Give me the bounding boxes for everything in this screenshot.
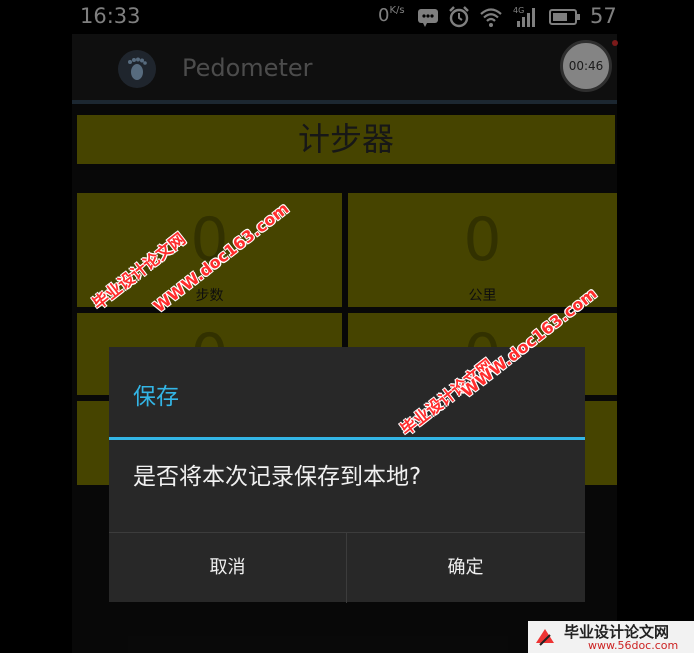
confirm-button[interactable]: 确定 bbox=[347, 533, 584, 603]
save-dialog: 保存 是否将本次记录保存到本地? 取消 确定 bbox=[109, 347, 585, 603]
dialog-title-divider bbox=[109, 437, 585, 440]
logo-icon bbox=[536, 629, 554, 646]
cancel-button[interactable]: 取消 bbox=[109, 533, 346, 603]
watermark-logo: 毕业设计论文网 www.56doc.com bbox=[528, 621, 694, 653]
dialog-title: 保存 bbox=[133, 384, 179, 410]
dialog-message: 是否将本次记录保存到本地? bbox=[133, 464, 422, 490]
logo-url: www.56doc.com bbox=[588, 639, 679, 652]
dialog-button-bar: 取消 确定 bbox=[109, 532, 585, 603]
